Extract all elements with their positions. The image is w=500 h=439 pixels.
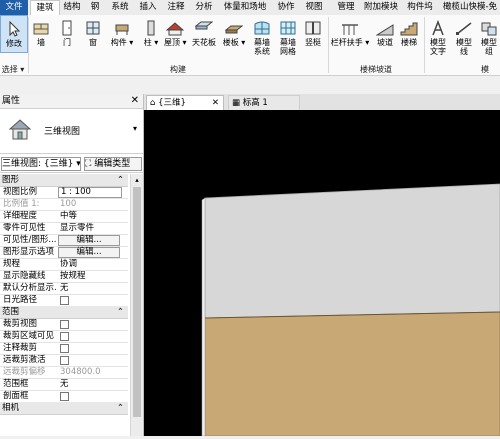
modify-button[interactable]: 修改 [0,15,28,53]
model-text-button[interactable]: 模型 文字 [426,15,450,63]
door-button[interactable]: 门 [56,15,78,63]
ceiling-icon [195,21,213,30]
ribbon: 修改 选择 ▾ 墙 门 窗 构件 ▾ 柱 ▾ 屋顶 ▾ 天花板 楼板 ▾ 幕墙 … [0,15,500,76]
wall-model [201,183,500,437]
tab-component-dock[interactable]: 构件坞 [404,0,436,15]
tab-insert[interactable]: 插入 [136,0,160,15]
tab-architecture[interactable]: 建筑 [30,0,60,16]
far-clip-active-checkbox[interactable] [60,356,69,365]
section-box-checkbox[interactable] [60,392,69,401]
scrollbar-thumb[interactable] [133,187,141,417]
select-panel-label[interactable]: 选择 ▾ [0,64,26,75]
properties-panel: 属性 ✕ 三维视图 ▾ 三维视图: {三维} ▾ ⛶ 编辑类型 图形 ⌃ 视图比例… [0,94,144,436]
annotation-crop-checkbox[interactable] [60,344,69,353]
crop-region-visible-checkbox[interactable] [60,332,69,341]
mullion-icon [305,21,321,35]
graphic-display-edit-button[interactable]: 编辑... [58,247,120,258]
model-line-icon [456,22,472,35]
ramp-icon [376,24,394,36]
wall-icon [33,23,49,35]
tab-structure[interactable]: 结构 [60,0,84,15]
properties-scrollbar[interactable]: ▴ [130,174,143,436]
stairs-panel-label: 楼梯坡道 [360,65,392,74]
door-icon [62,20,72,36]
model-line-button[interactable]: 模型 线 [452,15,476,63]
model-group-icon [481,22,497,36]
floor-icon [225,25,243,34]
tab-massing-site[interactable]: 体量和场地 [220,0,270,15]
edit-type-button[interactable]: ⛶ 编辑类型 [84,157,142,171]
crop-view-checkbox[interactable] [60,320,69,329]
view-tab-bar: ⌂ {三维} ✕ ▦ 标高 1 [144,94,500,111]
tab-ganlanshan[interactable]: 橄榄山快模-免 [440,0,500,15]
view-scale-input[interactable]: 1 : 100 [58,187,122,198]
build-panel-label: 构建 [170,65,186,74]
tab-collaborate[interactable]: 协作 [274,0,298,15]
properties-header: 属性 ✕ [0,94,143,109]
tab-analyze[interactable]: 分析 [192,0,216,15]
instance-filter-dropdown[interactable]: 三维视图: {三维} ▾ [1,157,81,171]
view-tab-3d[interactable]: ⌂ {三维} ✕ [146,95,224,111]
tab-systems[interactable]: 系统 [108,0,132,15]
chevron-down-icon[interactable]: ▾ [133,124,137,133]
stair-button[interactable]: 楼梯 [398,15,420,63]
type-selector[interactable]: 三维视图 ▾ [0,109,143,154]
tab-file[interactable]: 文件 [0,0,28,15]
wall-upper-face [204,183,500,319]
house-3d-icon [8,119,32,140]
window-button[interactable]: 窗 [82,15,104,63]
type-name: 三维视图 [44,127,81,137]
3d-view-canvas[interactable] [144,110,500,437]
window-icon [86,21,100,35]
floor-button[interactable]: 楼板 ▾ [222,15,246,63]
sun-path-checkbox[interactable] [60,296,69,305]
mullion-button[interactable]: 竖梃 [302,15,324,63]
wall-side-edge [201,197,206,437]
edit-type-icon: ⛶ [85,159,92,169]
roof-icon [166,22,184,36]
tab-addins[interactable]: 附加模块 [362,0,400,15]
railing-icon [342,24,358,35]
home-icon: ⌂ [150,98,156,108]
tab-manage[interactable]: 管理 [334,0,358,15]
ceiling-button[interactable]: 天花板 [190,15,218,63]
model-panel-label: 模 [481,65,489,74]
close-view-icon[interactable]: ✕ [212,96,219,110]
tab-view[interactable]: 视图 [302,0,326,15]
instance-selector-row: 三维视图: {三维} ▾ ⛶ 编辑类型 [0,156,143,173]
curtain-system-icon [254,21,270,35]
cursor-arrow-icon [9,21,21,37]
model-text-icon [432,20,444,36]
view-tab-level1[interactable]: ▦ 标高 1 [228,95,300,111]
plan-view-icon: ▦ [232,98,241,108]
component-button[interactable]: 构件 ▾ [108,15,136,63]
column-button[interactable]: 柱 ▾ [140,15,162,63]
railing-button[interactable]: 栏杆扶手 ▾ [330,15,370,63]
scroll-up-icon[interactable]: ▴ [132,175,142,185]
model-group-button[interactable]: 模型 组 [478,15,500,63]
component-icon [115,24,129,35]
stair-icon [400,22,418,36]
column-icon [147,20,155,36]
roof-button[interactable]: 屋顶 ▾ [164,15,187,63]
tab-steel[interactable]: 钢 [86,0,104,15]
curtain-grid-button[interactable]: 幕墙 网格 [276,15,300,63]
tab-annotate[interactable]: 注释 [164,0,188,15]
wall-button[interactable]: 墙 [30,15,52,63]
visibility-graphics-edit-button[interactable]: 编辑... [58,235,120,246]
properties-title: 属性 [2,96,21,106]
close-icon[interactable]: ✕ [131,94,139,108]
category-camera[interactable]: 相机 ⌃ [0,402,128,415]
wall-lower-face [204,311,500,437]
curtain-grid-icon [280,21,296,35]
ribbon-tab-bar: 文件 建筑 结构 钢 系统 插入 注释 分析 体量和场地 协作 视图 管理 附加… [0,0,500,16]
ramp-button[interactable]: 坡道 [374,15,396,63]
curtain-system-button[interactable]: 幕墙 系统 [250,15,274,63]
